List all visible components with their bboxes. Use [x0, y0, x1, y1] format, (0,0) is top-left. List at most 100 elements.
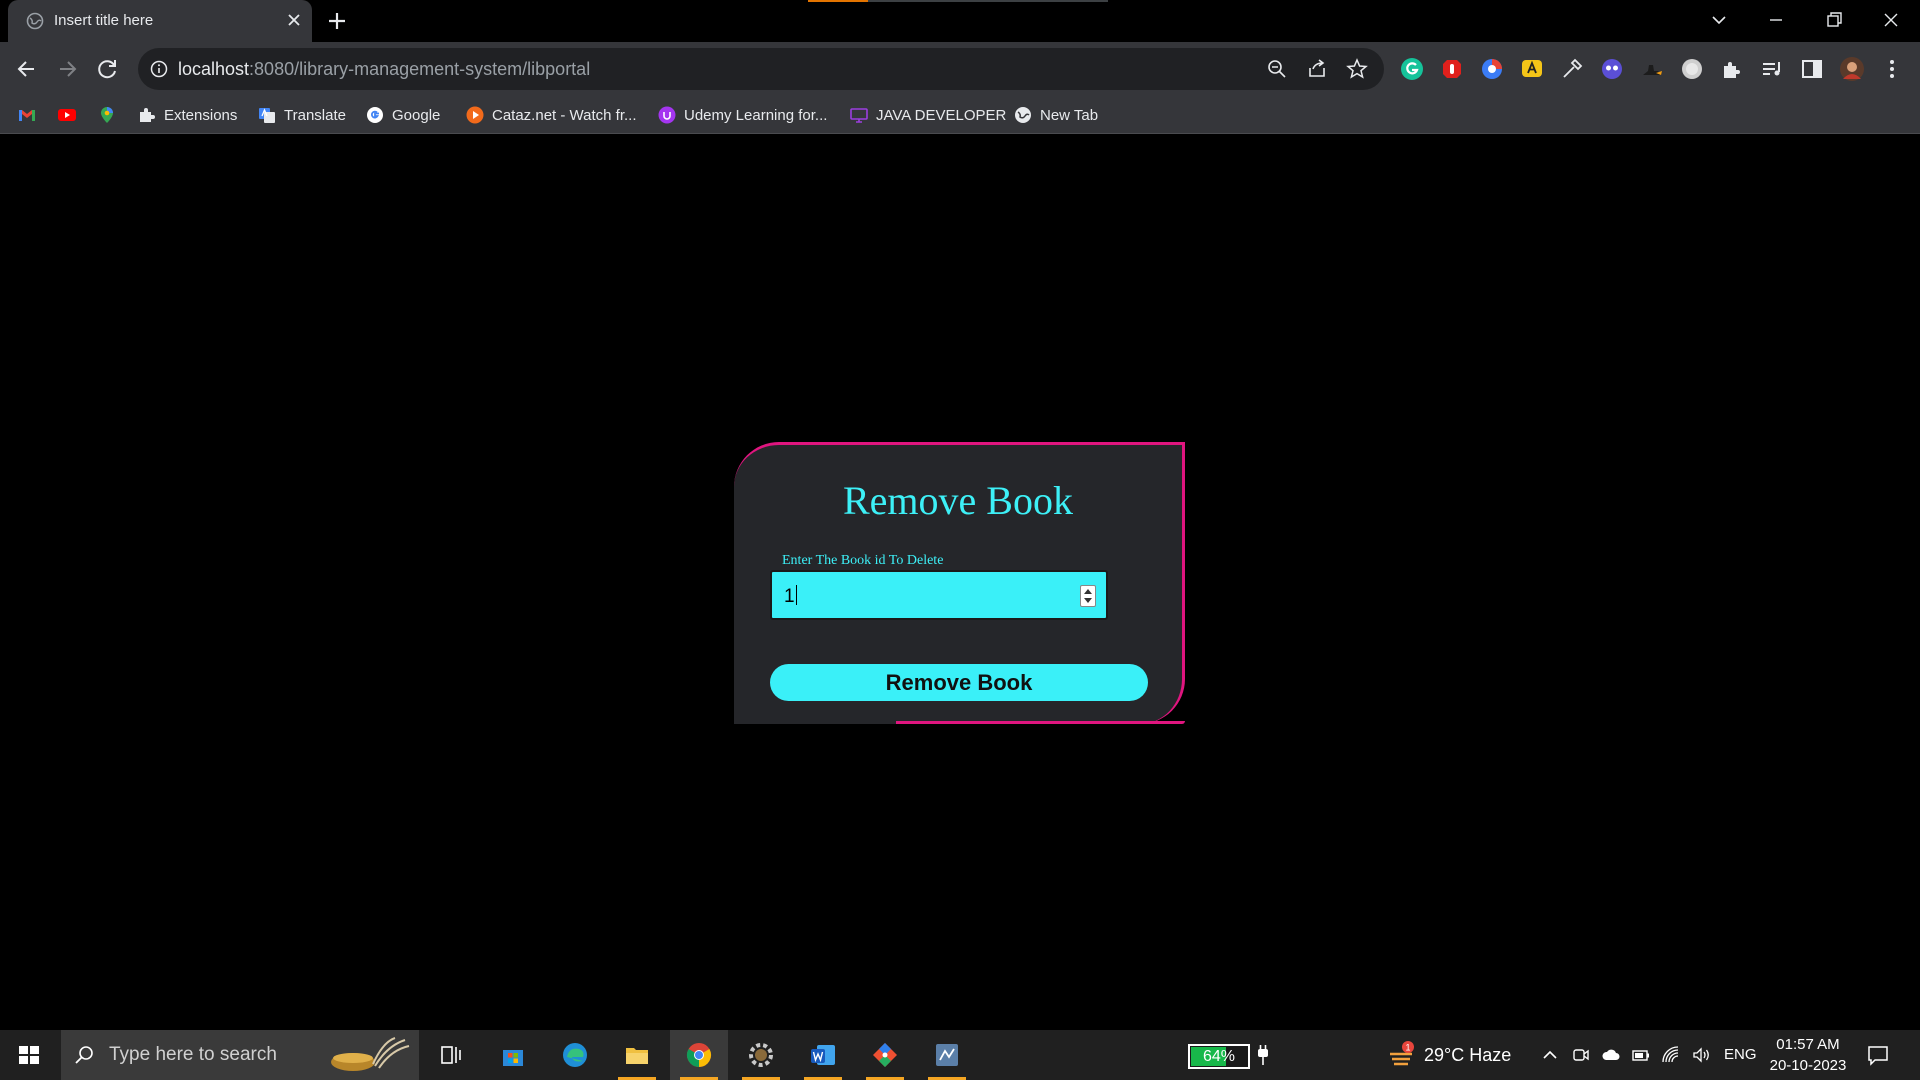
spinner-down-icon[interactable]: [1084, 598, 1092, 604]
bookmark-translate[interactable]: Translate: [258, 104, 346, 126]
owl-extension-icon[interactable]: [1600, 57, 1624, 81]
wifi-icon[interactable]: [1661, 1045, 1681, 1065]
bookmark-label: Google: [392, 106, 441, 124]
close-window-icon[interactable]: [1876, 6, 1906, 34]
bookmark-label: Cataz.net - Watch fr...: [492, 106, 637, 124]
taskbar-clock[interactable]: 01:57 AM 20-10-2023: [1768, 1034, 1848, 1076]
spinner-up-icon[interactable]: [1084, 588, 1092, 594]
tab-search-chevron-icon[interactable]: [1704, 6, 1734, 34]
bookmark-label: Extensions: [164, 106, 238, 124]
globe-icon: [26, 12, 44, 30]
browser-tab-active[interactable]: Insert title here: [8, 0, 312, 42]
sts-ide-icon: [936, 1044, 958, 1066]
weather-text[interactable]: 29°C Haze: [1424, 1045, 1511, 1066]
chevron-up-icon[interactable]: [1540, 1045, 1560, 1065]
weather-haze-icon[interactable]: 1: [1386, 1040, 1416, 1070]
youtube-icon: [58, 109, 76, 121]
taskbar-edge[interactable]: [546, 1030, 604, 1080]
circle-extension-icon[interactable]: [1680, 57, 1704, 81]
back-arrow-icon[interactable]: [14, 56, 40, 82]
google-icon: [367, 107, 383, 123]
meet-now-icon[interactable]: [1571, 1045, 1591, 1065]
site-info-icon[interactable]: [150, 60, 168, 78]
grammarly-icon[interactable]: [1400, 57, 1424, 81]
bookmark-star-icon[interactable]: [1346, 58, 1368, 80]
bookmark-label: New Tab: [1040, 106, 1099, 124]
bookmark-label: Udemy Learning for...: [684, 106, 828, 124]
url-text[interactable]: localhost:8080/library-management-system…: [178, 59, 590, 80]
bookmark-extensions[interactable]: Extensions: [138, 104, 237, 126]
forward-arrow-icon[interactable]: [54, 56, 80, 82]
profile-avatar[interactable]: [1840, 57, 1864, 81]
onedrive-cloud-icon[interactable]: [1601, 1045, 1621, 1065]
play-icon: [466, 106, 484, 124]
windows-start-icon[interactable]: [0, 1030, 58, 1080]
puzzle-icon: [140, 108, 155, 122]
zoom-magnifier-icon[interactable]: [1266, 58, 1288, 80]
taskbar-git[interactable]: [856, 1030, 914, 1080]
power-plug-tray-icon[interactable]: [1631, 1045, 1651, 1065]
eyedropper-icon[interactable]: [1560, 57, 1584, 81]
input-language[interactable]: ENG: [1724, 1046, 1757, 1063]
taskbar-chrome[interactable]: [670, 1030, 728, 1080]
bookmark-udemy[interactable]: Udemy Learning for...: [658, 104, 827, 126]
taskbar-settings-app[interactable]: [732, 1030, 790, 1080]
file-explorer-icon: [626, 1048, 648, 1064]
taskbar-task-view[interactable]: [421, 1030, 479, 1080]
tab-title: Insert title here: [54, 12, 154, 29]
udemy-icon: [658, 106, 676, 124]
book-id-input[interactable]: 1: [770, 570, 1108, 620]
battery-indicator[interactable]: 64%: [1188, 1044, 1250, 1069]
restore-icon[interactable]: [1819, 6, 1849, 34]
taskbar-search-box[interactable]: Type here to search: [61, 1030, 419, 1080]
share-icon[interactable]: [1306, 58, 1328, 80]
globe-icon: [1015, 107, 1031, 123]
reload-icon[interactable]: [94, 56, 120, 82]
taskbar-word[interactable]: [794, 1030, 852, 1080]
charging-plug-icon: [1258, 1045, 1268, 1065]
media-queue-icon[interactable]: [1760, 57, 1784, 81]
bookmark-maps[interactable]: [98, 104, 116, 126]
search-icon: [75, 1046, 93, 1064]
bookmark-youtube[interactable]: [58, 104, 76, 126]
volume-icon[interactable]: [1691, 1045, 1711, 1065]
address-bar[interactable]: localhost:8080/library-management-system…: [138, 48, 1384, 90]
bookmark-gmail[interactable]: [18, 104, 36, 126]
taskbar-file-explorer[interactable]: [608, 1030, 666, 1080]
translator-extension-icon[interactable]: [1520, 57, 1544, 81]
git-icon: [873, 1043, 897, 1067]
url-path: :8080/library-management-system/libporta…: [249, 59, 591, 79]
translate-icon: [259, 108, 275, 123]
page-title: Remove Book: [843, 478, 1073, 523]
microsoft-store-icon: [503, 1050, 523, 1066]
hat-extension-icon[interactable]: [1640, 57, 1664, 81]
weather-alert-badge: 1: [1405, 1043, 1410, 1053]
bookmark-java-developer[interactable]: JAVA DEVELOPER: [850, 104, 1006, 126]
bookmark-label: JAVA DEVELOPER: [876, 106, 1007, 124]
remove-book-button[interactable]: Remove Book: [770, 664, 1148, 701]
bookmark-new-tab[interactable]: New Tab: [1014, 104, 1098, 126]
number-spinner[interactable]: [1080, 585, 1096, 607]
bookmarks-bar: Extensions Translate Google Cataz.net - …: [0, 96, 1920, 134]
side-panel-icon[interactable]: [1800, 57, 1824, 81]
url-host: localhost: [178, 59, 250, 79]
extensions-puzzle-icon[interactable]: [1720, 57, 1744, 81]
taskbar-sts-ide[interactable]: [918, 1030, 976, 1080]
close-tab-icon[interactable]: [284, 10, 304, 30]
monitor-icon: [850, 108, 868, 123]
bookmark-cataz[interactable]: Cataz.net - Watch fr...: [466, 104, 637, 126]
windows-taskbar: Type here to search 64% 1 29°C Haze ENG …: [0, 1030, 1920, 1080]
kebab-menu-icon[interactable]: [1880, 57, 1904, 81]
new-tab-plus-icon[interactable]: [324, 10, 350, 32]
bookmark-label: Translate: [284, 106, 346, 124]
chrome-icon: [686, 1043, 712, 1067]
minimize-icon[interactable]: [1761, 6, 1791, 34]
color-circle-extension-icon[interactable]: [1480, 57, 1504, 81]
clock-date: 20-10-2023: [1769, 1057, 1847, 1074]
clock-time: 01:57 AM: [1776, 1036, 1840, 1053]
adblock-hand-icon[interactable]: [1440, 57, 1464, 81]
word-icon: [811, 1045, 835, 1065]
notification-center-icon[interactable]: [1866, 1043, 1890, 1067]
taskbar-microsoft-store[interactable]: [484, 1030, 542, 1080]
bookmark-google[interactable]: Google: [366, 104, 440, 126]
